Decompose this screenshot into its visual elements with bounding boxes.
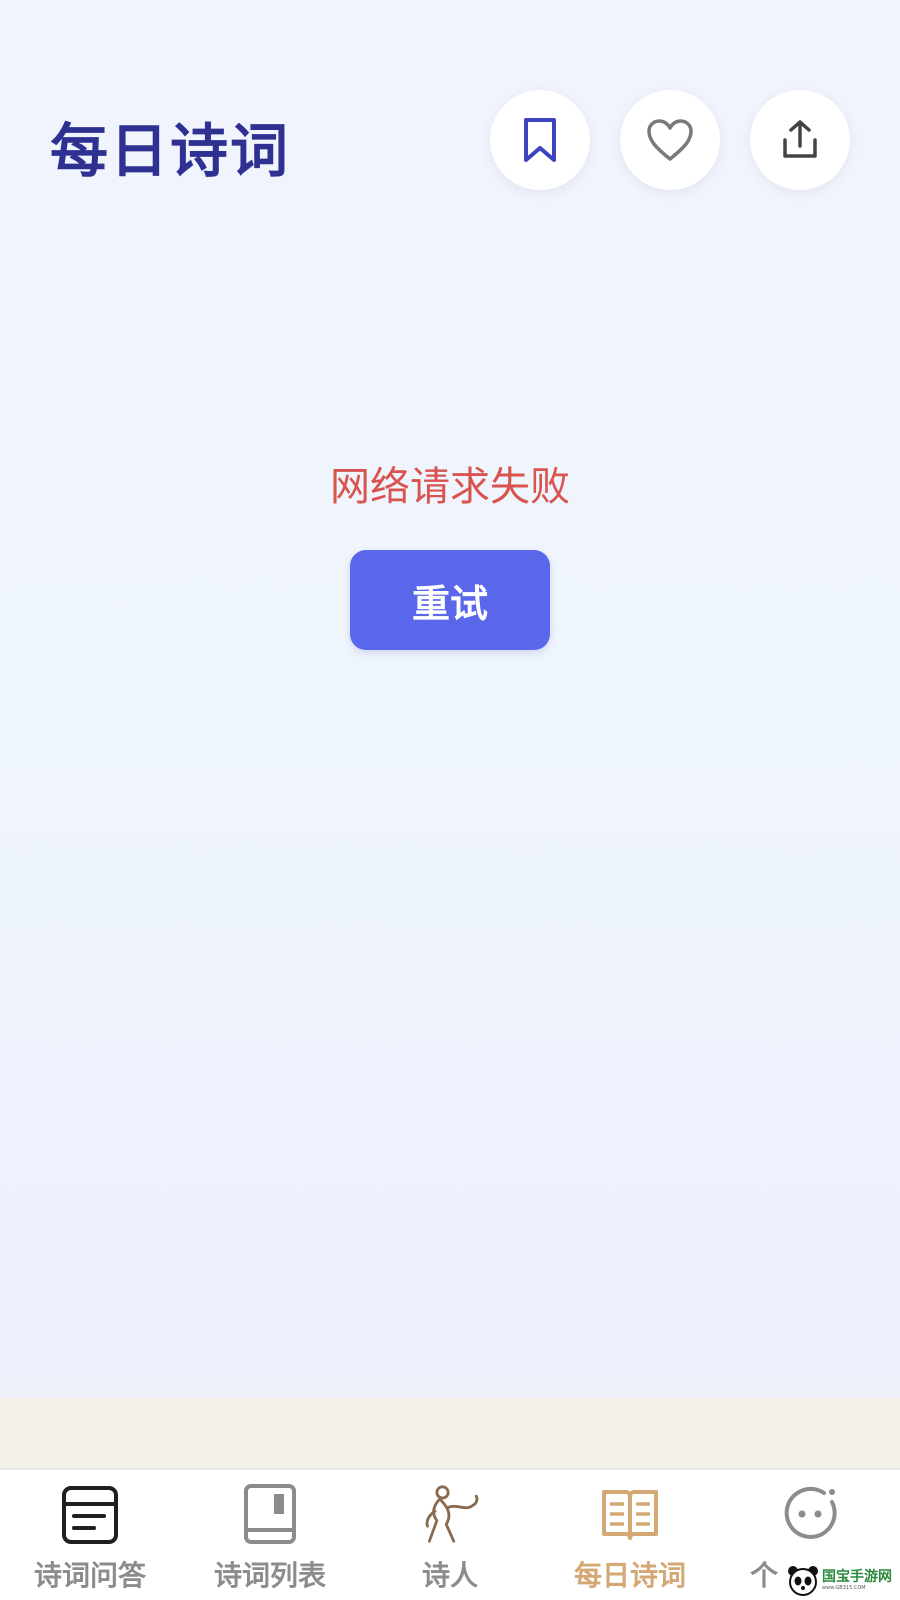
page-title: 每日诗词 <box>50 117 291 185</box>
error-message: 网络请求失败 <box>330 464 570 510</box>
tab-label: 诗词列表 <box>213 1559 326 1592</box>
qa-card-icon <box>60 1482 120 1546</box>
tab-label: 每日诗词 <box>573 1559 686 1592</box>
tab-poets[interactable]: 诗人 <box>360 1470 540 1600</box>
face-icon <box>780 1482 840 1546</box>
bookmark-button[interactable] <box>490 90 590 190</box>
header: 每日诗词 <box>0 0 900 240</box>
tab-daily-poetry[interactable]: 每日诗词 <box>540 1470 720 1600</box>
watermark: 国宝手游网 www.GB315.COM <box>786 1562 898 1598</box>
favorite-button[interactable] <box>620 90 720 190</box>
tab-label: 诗人 <box>421 1559 478 1592</box>
poet-figure-icon <box>420 1482 480 1546</box>
heart-icon <box>647 119 693 161</box>
book-icon <box>240 1482 300 1546</box>
watermark-url: www.GB315.COM <box>822 1584 866 1591</box>
tab-poetry-list[interactable]: 诗词列表 <box>180 1470 360 1600</box>
bookmark-icon <box>524 118 556 162</box>
share-icon <box>783 120 817 158</box>
tab-bar: 诗词问答 诗词列表 诗人 每日诗词 个 <box>0 1468 900 1600</box>
panda-logo-icon <box>788 1566 818 1596</box>
open-book-icon <box>600 1482 660 1546</box>
tab-poetry-qa[interactable]: 诗词问答 <box>0 1470 180 1600</box>
retry-button[interactable]: 重试 <box>350 550 550 650</box>
tab-label: 诗词问答 <box>33 1559 146 1592</box>
bottom-strip <box>0 1398 900 1468</box>
share-button[interactable] <box>750 90 850 190</box>
watermark-text: 国宝手游网 <box>822 1568 892 1585</box>
